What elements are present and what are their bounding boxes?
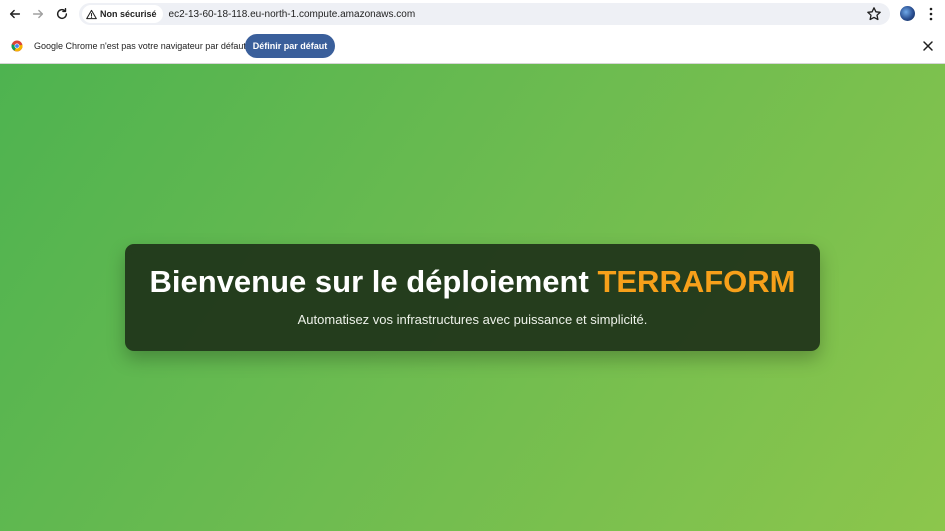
- page-content: Bienvenue sur le déploiement TERRAFORM A…: [0, 64, 945, 531]
- back-arrow-icon: [9, 9, 21, 19]
- url-text[interactable]: ec2-13-60-18-118.eu-north-1.compute.amaz…: [169, 9, 416, 20]
- star-icon[interactable]: [866, 6, 882, 22]
- address-bar[interactable]: Non sécurisé ec2-13-60-18-118.eu-north-1…: [79, 3, 890, 25]
- avatar[interactable]: [900, 6, 915, 21]
- forward-arrow-icon: [32, 9, 44, 19]
- forward-button[interactable]: [27, 3, 49, 25]
- set-default-button[interactable]: Définir par défaut: [245, 34, 335, 58]
- chrome-logo-icon: [11, 40, 23, 52]
- back-button[interactable]: [4, 3, 26, 25]
- reload-button[interactable]: [51, 3, 73, 25]
- infobar-message: Google Chrome n'est pas votre navigateur…: [34, 41, 246, 51]
- browser-toolbar: Non sécurisé ec2-13-60-18-118.eu-north-1…: [0, 0, 945, 28]
- hero-title: Bienvenue sur le déploiement TERRAFORM: [125, 264, 820, 300]
- default-browser-infobar: Google Chrome n'est pas votre navigateur…: [0, 28, 945, 64]
- close-icon[interactable]: [922, 40, 934, 52]
- hero-card: Bienvenue sur le déploiement TERRAFORM A…: [125, 244, 820, 351]
- hero-title-prefix: Bienvenue sur le déploiement: [149, 264, 589, 299]
- hero-title-accent: TERRAFORM: [597, 264, 796, 299]
- reload-icon: [56, 8, 68, 20]
- warning-icon: [86, 9, 97, 19]
- security-indicator[interactable]: Non sécurisé: [82, 5, 163, 23]
- kebab-menu-icon[interactable]: [925, 6, 937, 22]
- hero-subtitle: Automatisez vos infrastructures avec pui…: [297, 312, 648, 327]
- security-label: Non sécurisé: [100, 9, 157, 19]
